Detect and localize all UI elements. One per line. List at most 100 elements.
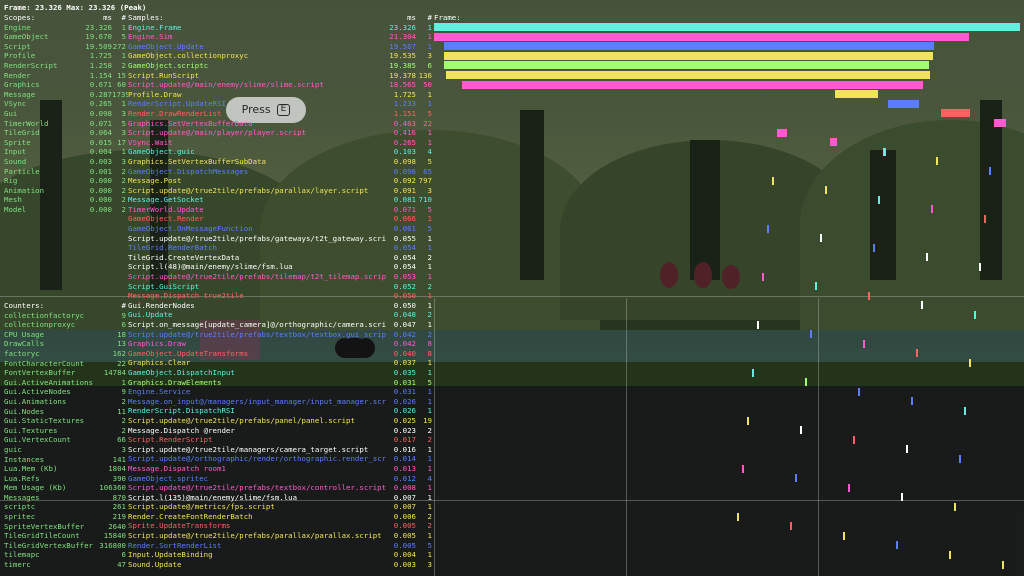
scopes-count-header: # (121, 13, 126, 22)
sample-bar (896, 541, 898, 550)
sample-ms: 0.007 (393, 502, 416, 512)
sample-count: 1 (427, 444, 432, 454)
scope-row: Animation 0.000 2 (4, 186, 128, 196)
sample-ms: 0.006 (393, 511, 416, 521)
sample-name: Script.update@/main/enemy/slime/slime.sc… (128, 80, 324, 90)
sample-row: Script.RenderScript 0.017 2 (128, 435, 434, 445)
scope-ms: 0.071 (89, 118, 112, 128)
sample-name: RenderScript.DispatchRSI (128, 406, 235, 416)
sample-name: Gui.Update (128, 310, 173, 320)
counter-name: Gui.ActiveAnimations (4, 377, 93, 387)
sample-bar (969, 359, 971, 367)
sample-count: 5 (427, 224, 432, 234)
counter-value: 9 (121, 387, 126, 397)
sample-count: 65 (423, 166, 432, 176)
sample-ms: 1.233 (393, 99, 416, 109)
sample-row: Script.update@/metrics/fps.script 0.007 1 (128, 502, 434, 512)
sample-row: Render.SortRenderList 0.005 5 (128, 541, 434, 551)
sample-count: 1 (427, 291, 432, 301)
samples-title: Samples: (128, 13, 164, 22)
sample-row: Script.update@/orthographic/render/ortho… (128, 454, 434, 464)
sample-row: Message.GetSocket 0.081 710 (128, 195, 434, 205)
sample-bar (830, 138, 837, 147)
sample-count: 3 (427, 559, 432, 569)
counter-value: 14784 (103, 368, 126, 378)
sample-row: Graphics.Draw 0.042 8 (128, 339, 434, 349)
counter-name: FontCharacterCount (4, 358, 85, 368)
sample-ms: 0.463 (393, 118, 416, 128)
counter-name: Gui.VertexCount (4, 435, 71, 445)
sample-ms: 0.026 (393, 396, 416, 406)
sample-count: 1 (427, 502, 432, 512)
counter-value: 6 (121, 320, 126, 330)
sample-count: 2 (427, 329, 432, 339)
scopes-title: Scopes: (4, 13, 36, 22)
scope-ms: 0.003 (89, 156, 112, 166)
counter-value: 219 (112, 512, 126, 522)
sample-bar (810, 330, 812, 339)
scope-row: Render 1.154 15 (4, 71, 128, 81)
counter-row: Lua.Mem (Kb) 1804 (4, 464, 128, 474)
sample-row: Message.Dispatch @render 0.023 2 (128, 426, 434, 436)
sample-count: 1 (427, 387, 432, 397)
sample-row: Profile.Draw 1.725 1 (128, 90, 434, 100)
sample-ms: 0.012 (393, 473, 416, 483)
counter-name: tilemapc (4, 550, 40, 560)
sample-row: Script.update@/true2tile/prefabs/textbox… (128, 330, 434, 340)
samples-ms-header: ms (407, 13, 416, 22)
sample-ms: 19.385 (389, 60, 416, 70)
counters-header: Counters: # (4, 301, 128, 311)
sample-ms: 0.005 (393, 521, 416, 531)
sample-ms: 19.567 (389, 41, 416, 51)
sample-bar (906, 445, 908, 454)
sample-count: 2 (427, 521, 432, 531)
scope-row: Input 0.004 1 (4, 147, 128, 157)
sample-row: GameObject.DispatchInput 0.035 1 (128, 368, 434, 378)
scopes-panel: Scopes: ms # Engine 23.326 1 GameObject 19.6… (4, 13, 128, 214)
sample-count: 1 (427, 89, 432, 99)
counter-row: Gui.Textures 2 (4, 426, 128, 436)
sample-count: 1 (427, 214, 432, 224)
sample-count: 4 (427, 147, 432, 157)
sample-bar (742, 464, 744, 473)
sample-name: Graphics.Draw (128, 339, 186, 349)
sample-count: 1 (427, 262, 432, 272)
scope-row: Script 19.509 272 (4, 42, 128, 52)
scope-row: Mesh 0.000 2 (4, 195, 128, 205)
counter-row: SpriteVertexBuffer 2640 (4, 522, 128, 532)
sample-row: Script.update@/true2tile/prefabs/paralla… (128, 186, 434, 196)
counters-title: Counters: (4, 301, 45, 310)
sample-name: VSync.Wait (128, 137, 173, 147)
sample-count: 1 (427, 128, 432, 138)
sample-row: Message.Post 0.092 797 (128, 176, 434, 186)
scope-ms: 19.509 (85, 41, 112, 51)
sample-name: Render.SortRenderList (128, 540, 222, 550)
counter-name: factoryc (4, 348, 40, 358)
sample-row: Script.update@/true2tile/prefabs/tilemap… (128, 272, 434, 282)
sample-name: Sprite.UpdateTransforms (128, 521, 231, 531)
sample-name: Engine.Sim (128, 32, 173, 42)
sample-bar (974, 311, 976, 319)
sample-bar (959, 455, 961, 463)
scope-count: 3 (121, 156, 126, 166)
sample-count: 5 (427, 156, 432, 166)
counter-row: FontCharacterCount 22 (4, 359, 128, 369)
sample-name: GameObject.Update (128, 41, 204, 51)
sample-ms: 0.053 (393, 272, 416, 282)
counter-row: scriptc 261 (4, 502, 128, 512)
counter-row: collectionproxyc 6 (4, 320, 128, 330)
sample-bar (757, 320, 759, 329)
counter-value: 9 (121, 310, 126, 320)
frame-timeline-panel: Frame: (434, 13, 1024, 576)
scope-name: RenderScript (4, 60, 58, 70)
scope-count: 2 (121, 185, 126, 195)
sample-bar (994, 119, 1006, 127)
counter-value: 47 (117, 560, 126, 570)
sample-name: Render.DrawRenderList (128, 108, 222, 118)
sample-count: 2 (427, 310, 432, 320)
counter-value: 141 (112, 454, 126, 464)
sample-count: 1 (427, 243, 432, 253)
sample-row: Script.update@/true2tile/managers/camera… (128, 445, 434, 455)
counter-row: timerc 47 (4, 560, 128, 570)
sample-bar (795, 474, 797, 483)
